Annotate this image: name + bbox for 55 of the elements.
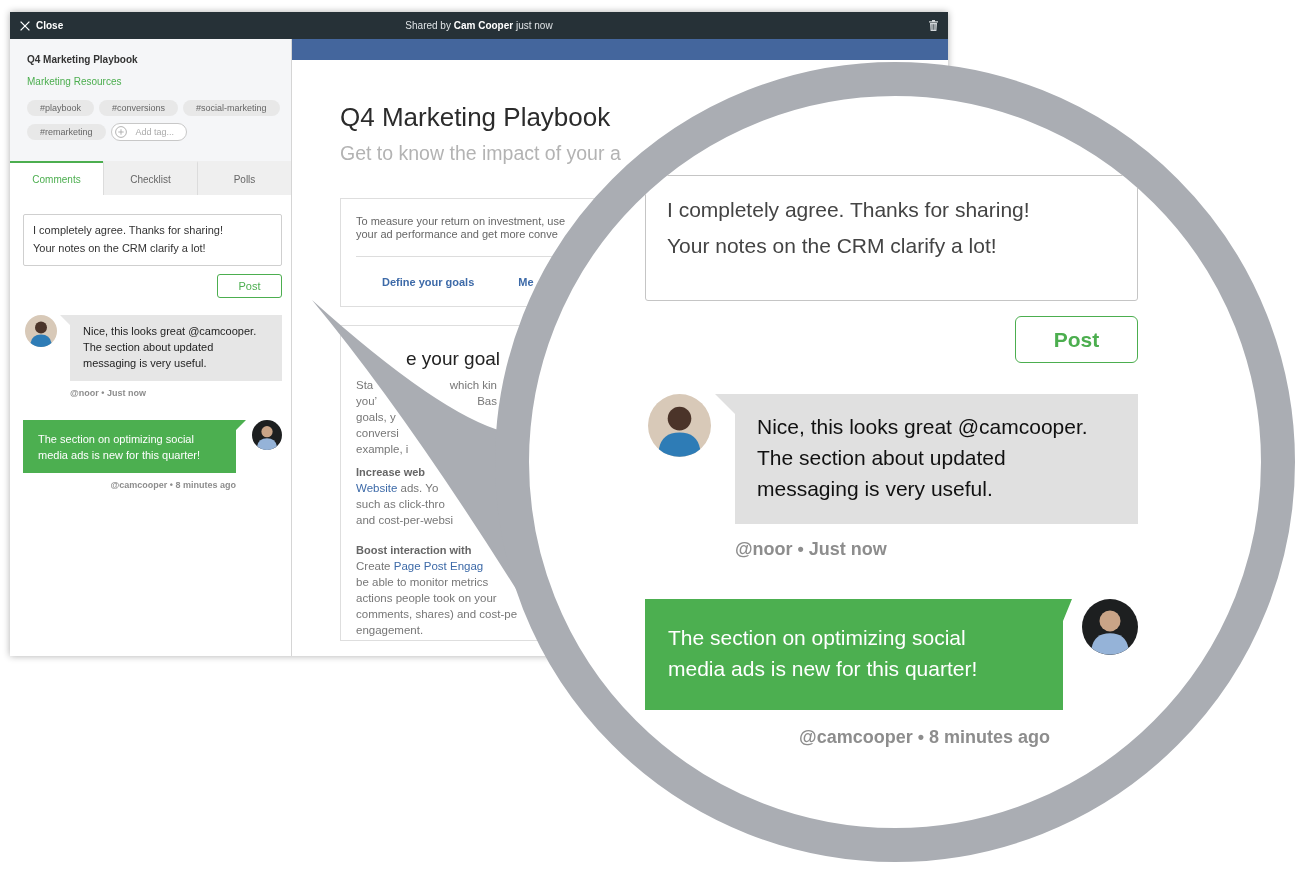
tab[interactable]: Checklist [103, 161, 197, 195]
card-text: conversi [356, 426, 399, 441]
close-button[interactable]: Close [10, 15, 64, 36]
inline-link[interactable]: Website [356, 482, 398, 494]
comment-input[interactable]: I completely agree. Thanks for sharing! Your notes on the CRM clarify a lot! [23, 214, 282, 266]
tag-chip[interactable]: #social-marketing [183, 100, 280, 116]
card-text: such as click-thro [356, 497, 445, 512]
card-text: Boost interaction with [356, 543, 472, 558]
comment-meta: @noor • Just now [735, 538, 888, 560]
card-text: be able to monitor metrics [356, 575, 489, 590]
tag-chip[interactable]: #remarketing [27, 124, 106, 140]
post-button[interactable]: Post [1015, 316, 1138, 363]
close-icon [20, 20, 30, 31]
comment-bubble: Nice, this looks great @camcooper. The section about updated messaging is very useful. [715, 394, 1138, 524]
card-text: example, i [356, 442, 409, 457]
card-text: actions people took on your [356, 591, 497, 606]
card-text: Increase web [356, 465, 426, 480]
card-text: and cost-per-websi [356, 513, 454, 528]
tab[interactable]: Polls [197, 161, 291, 195]
card-text: Sta [356, 378, 374, 393]
comment-meta: @noor • Just now [70, 387, 147, 399]
section-link[interactable]: Me [518, 275, 534, 289]
post-button[interactable]: Post [217, 274, 282, 298]
tag-chip[interactable]: #conversions [99, 100, 179, 116]
category-link[interactable]: Marketing Resources [27, 75, 283, 89]
comment-input[interactable]: I completely agree. Thanks for sharing! Your notes on the CRM clarify a lot! [645, 175, 1138, 301]
avatar-icon [25, 315, 57, 347]
comment-meta: @camcooper • 8 minutes ago [109, 479, 237, 491]
section-heading: e your goal [406, 348, 500, 370]
document-subtitle: Get to know the impact of your a [340, 141, 622, 165]
tag-chip[interactable]: #playbook [27, 100, 95, 116]
card-text: To measure your return on investment, use [356, 215, 567, 228]
card-text: Create Page Post Engag [356, 559, 484, 574]
document-title: Q4 Marketing Playbook [340, 102, 612, 132]
avatar-icon [648, 394, 711, 457]
avatar-icon [1082, 599, 1138, 655]
card-text: you’ [356, 394, 378, 409]
card-text: Website ads. Yo [356, 481, 439, 496]
avatar-icon [252, 420, 282, 450]
shared-by-text: Shared by Cam Cooper just now [405, 20, 553, 31]
card-text: comments, shares) and cost-pe [356, 607, 518, 622]
comment-meta: @camcooper • 8 minutes ago [798, 726, 1051, 748]
card-text: goals, y [356, 410, 396, 425]
section-link[interactable]: Define your goals [382, 275, 475, 289]
plus-circle-icon [114, 126, 127, 138]
comment-bubble: The section on optimizing social media ads is new for this quarter! [23, 420, 246, 473]
comment-bubble: The section on optimizing social media ads is new for this quarter! [645, 599, 1072, 710]
card-text: engagement. [356, 623, 424, 638]
trash-icon[interactable] [929, 20, 938, 31]
playbook-title: Q4 Marketing Playbook [27, 53, 139, 67]
card-text: your ad performance and get more conve [356, 228, 559, 241]
card-text: Bas [477, 394, 497, 409]
comment-bubble: Nice, this looks great @camcooper. The section about updated messaging is very useful. [60, 315, 282, 381]
card-text: which kin [449, 378, 497, 393]
inline-link[interactable]: Page Post Engag [393, 560, 484, 572]
